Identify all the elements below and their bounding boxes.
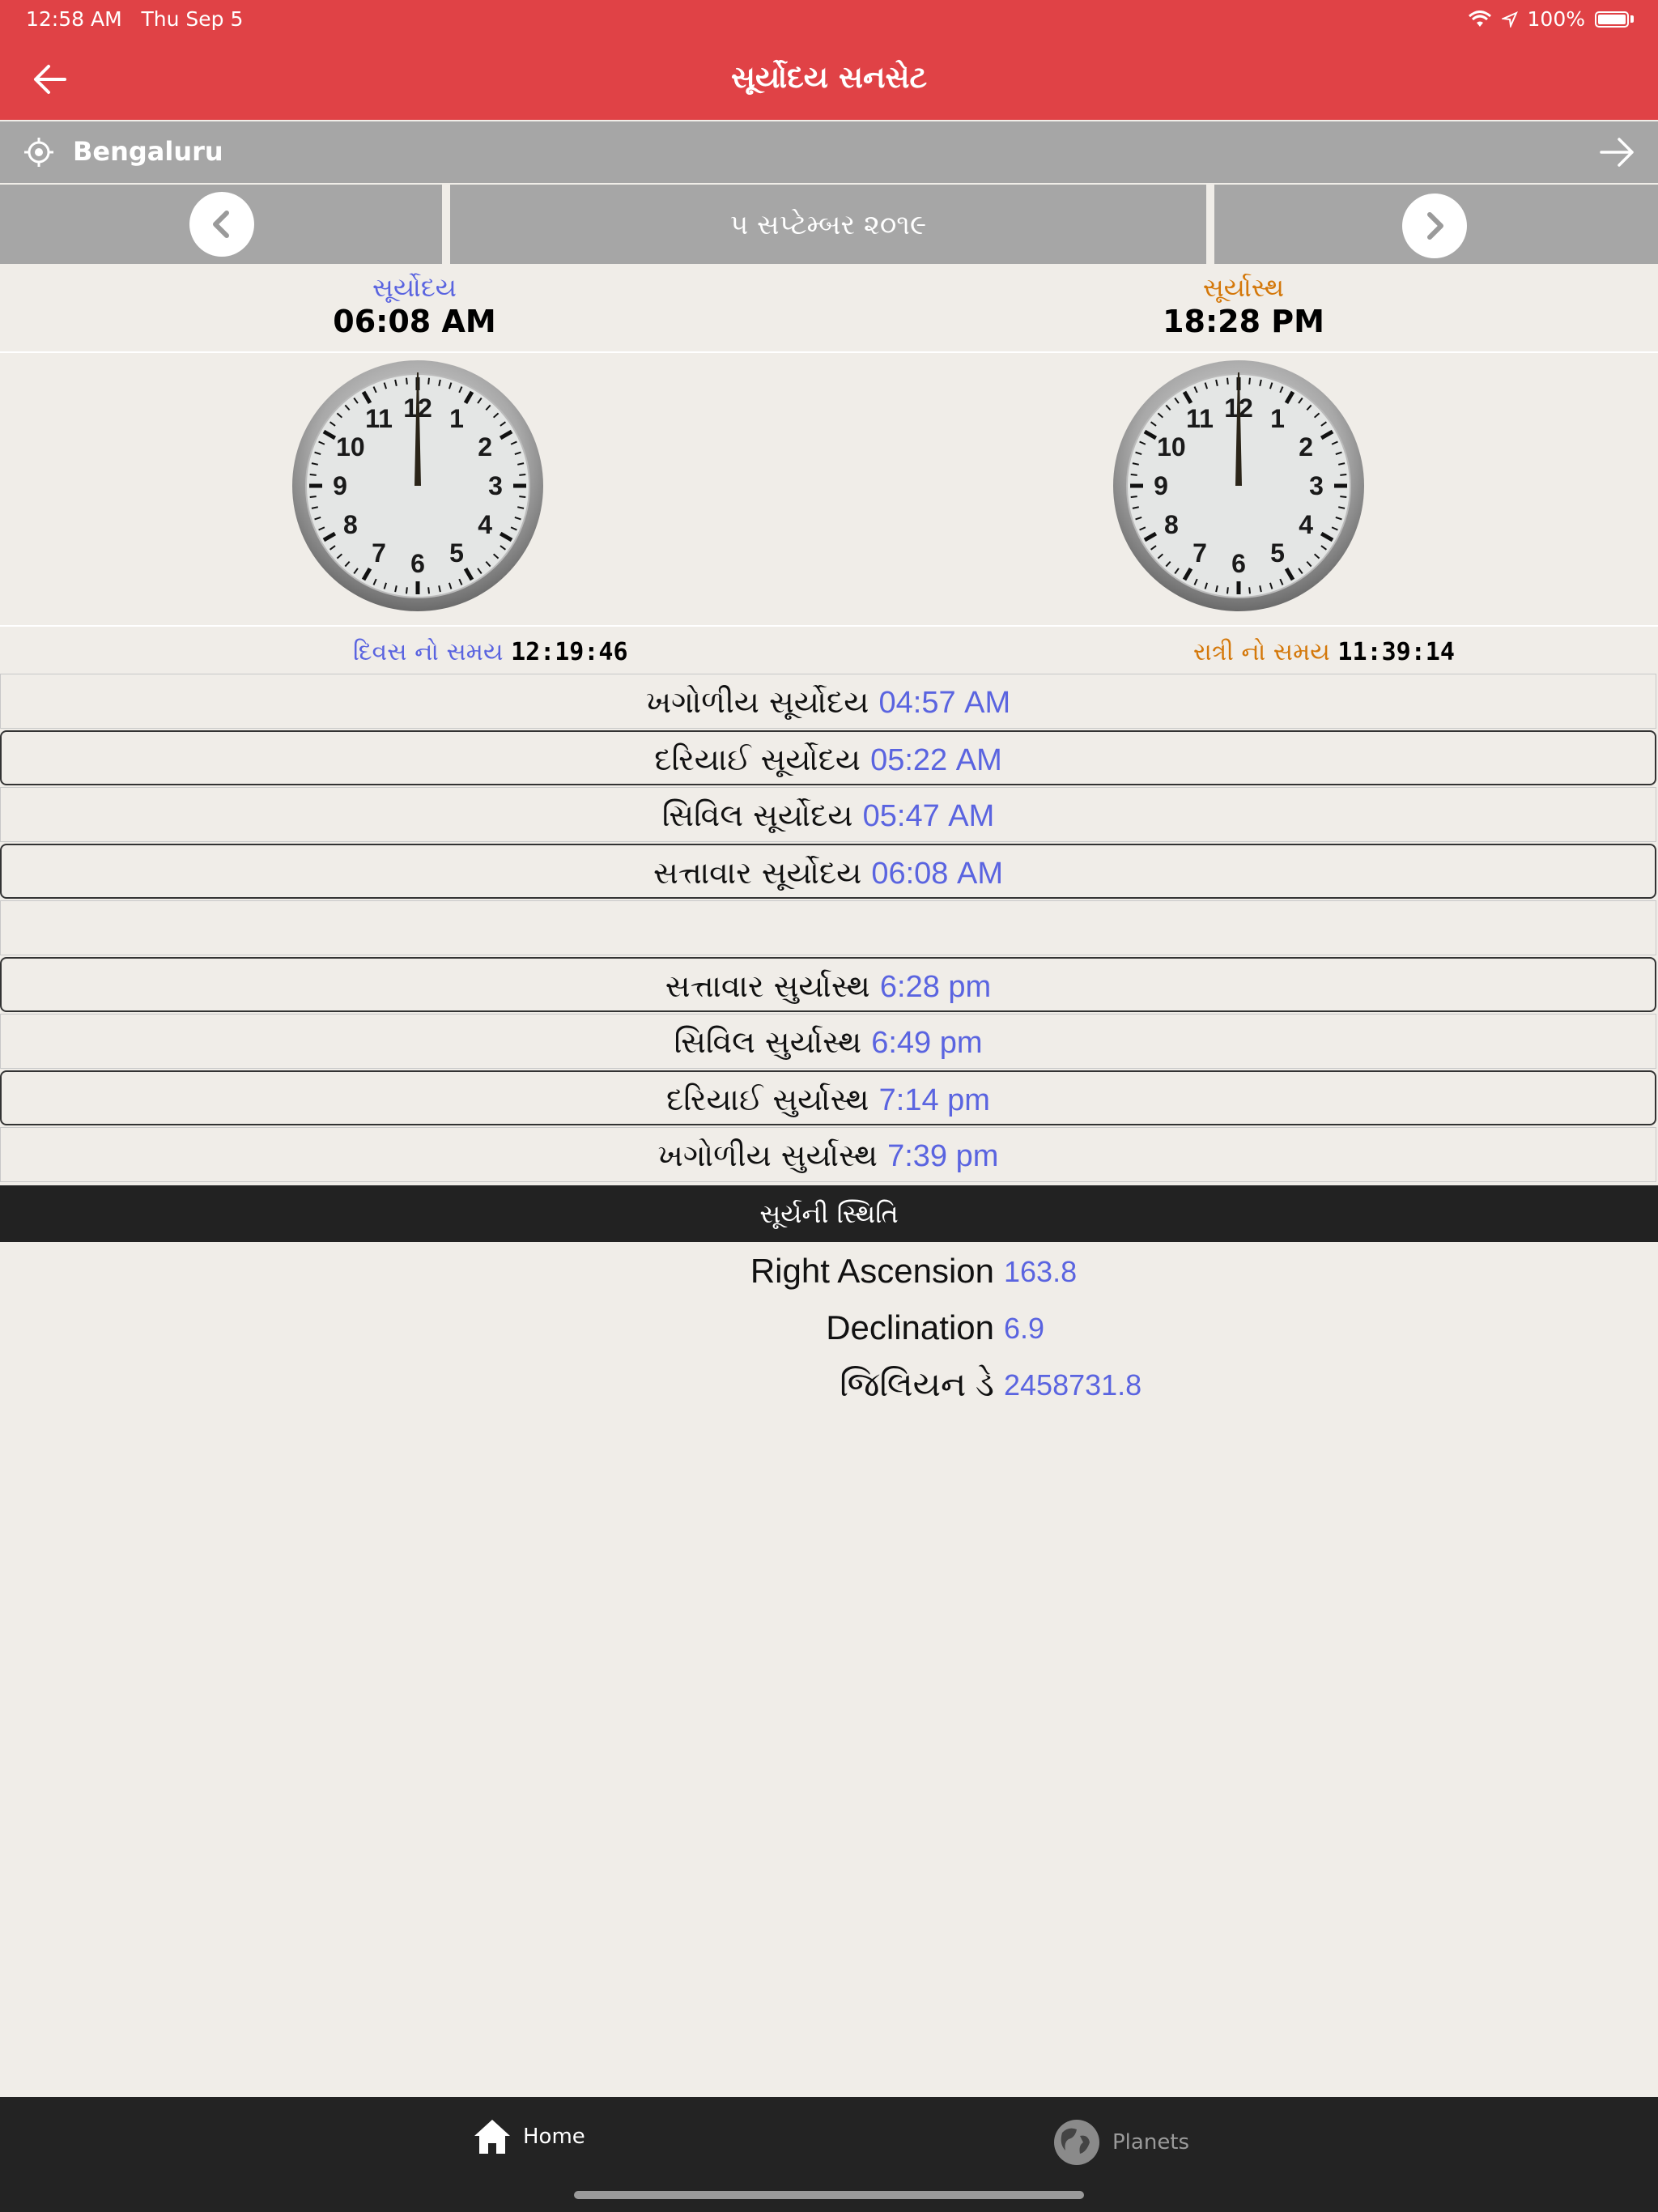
clock-tick: [1130, 496, 1137, 499]
declination-label: Declination: [826, 1308, 994, 1346]
day-length-label: દિવસ નો સમય: [353, 638, 504, 666]
clock-tick: [427, 587, 431, 594]
clock-number: 11: [1186, 404, 1214, 433]
clock-number: 11: [365, 404, 393, 433]
clock-number: 1: [449, 404, 464, 433]
tab-home[interactable]: Home: [473, 2118, 585, 2155]
night-length: રાત્રી નો સમય 11:39:14: [1193, 638, 1455, 666]
julian-day-row: જિલિયન ડે 2458731.8: [0, 1357, 1658, 1414]
tab-home-label: Home: [523, 2125, 585, 2149]
home-icon: [474, 2120, 510, 2154]
chevron-left-icon: [213, 211, 229, 238]
clock-number: 9: [333, 471, 347, 500]
clock-tick: [427, 377, 431, 385]
globe-icon: [1054, 2120, 1099, 2165]
day-length: દિવસ નો સમય 12:19:46: [353, 638, 628, 666]
tab-planets-label: Planets: [1112, 2130, 1190, 2155]
clock-number: 7: [1192, 538, 1207, 568]
astronomical-sunrise-row: ખગોળીય સૂર્યોદય 04:57 AM: [0, 674, 1656, 729]
clock-tick: [1248, 377, 1252, 385]
clock-tick: [1340, 473, 1347, 476]
clock-number: 8: [1164, 510, 1179, 539]
tab-planets[interactable]: Planets: [1052, 2118, 1189, 2167]
sunset-time: 18:28 PM: [1163, 304, 1324, 339]
night-length-value: 11:39:14: [1337, 638, 1455, 666]
sunrise-label: સૂર્યોદય: [372, 272, 457, 303]
nautical-sunset-row: દરિયાઈ સુર્યાસ્થ 7:14 pm: [0, 1070, 1656, 1125]
julian-day-value: 2458731.8: [1004, 1368, 1142, 1402]
civil-sunrise-row: સિવિલ સૂર્યોદય 05:47 AM: [0, 787, 1656, 842]
sunrise-time: 06:08 AM: [333, 304, 496, 339]
declination-row: Declination 6.9: [0, 1300, 1658, 1357]
next-day-button[interactable]: [1402, 194, 1467, 258]
arrow-right-icon[interactable]: [1598, 133, 1637, 172]
clock-number: 5: [449, 538, 464, 568]
clock-number: 4: [478, 510, 492, 539]
battery-percent: 100%: [1527, 7, 1585, 31]
sunset-label: સૂર્યાસ્થ: [1202, 272, 1285, 303]
official-sunset-row: સત્તાવાર સુર્યાસ્થ 6:28 pm: [0, 957, 1656, 1012]
status-time: 12:58 AM Thu Sep 5: [26, 7, 244, 31]
clock-number: 3: [1309, 471, 1324, 500]
right-ascension-row: Right Ascension 163.8: [0, 1244, 1658, 1300]
clock-tick: [309, 496, 317, 499]
page-title: સૂર્યોદય સનસેટ: [730, 60, 928, 95]
location-bar[interactable]: Bengaluru: [0, 121, 1658, 183]
night-length-label: રાત્રી નો સમય: [1193, 638, 1330, 666]
nav-bar: સૂર્યોદય સનસેટ: [0, 39, 1658, 120]
clock-number: 7: [372, 538, 386, 568]
clock-number: 6: [410, 549, 425, 578]
current-date: ૫ સપ્ટેમ્બર ૨૦૧૯: [729, 209, 927, 241]
clock-tick: [309, 473, 317, 476]
clock-tick: [405, 587, 408, 594]
clock-tick: [519, 496, 526, 499]
official-sunrise-row: સત્તાવાર સૂર્યોદય 06:08 AM: [0, 844, 1656, 899]
nautical-sunrise-row: દરિયાઈ સૂર્યોદય 05:22 AM: [0, 730, 1656, 785]
clock-number: 2: [478, 432, 492, 462]
location-arrow-icon: [1501, 11, 1518, 28]
clock-number: 4: [1299, 510, 1313, 539]
wifi-icon: [1468, 10, 1491, 27]
home-indicator: [574, 2191, 1084, 2199]
clock-number: 10: [1157, 432, 1186, 462]
clock-number: 9: [1154, 471, 1168, 500]
empty-row: [0, 900, 1656, 955]
chevron-right-icon: [1427, 212, 1443, 240]
clock-tick: [405, 377, 408, 385]
right-ascension-value: 163.8: [1004, 1255, 1078, 1288]
clock-number: 5: [1270, 538, 1285, 568]
clock-number: 1: [1270, 404, 1285, 433]
status-bar: 12:58 AM Thu Sep 5 100%: [0, 0, 1658, 39]
day-length-value: 12:19:46: [511, 638, 628, 666]
clock-number: 2: [1299, 432, 1313, 462]
astronomical-sunset-row: ખગોળીય સુર્યાસ્થ 7:39 pm: [0, 1127, 1656, 1182]
sunrise-header: સૂર્યોદય 06:08 AM: [188, 272, 641, 339]
declination-value: 6.9: [1004, 1312, 1045, 1345]
clock-number: 8: [343, 510, 358, 539]
clock-tick: [1226, 587, 1229, 594]
clock-number: 10: [336, 432, 365, 462]
battery-icon: [1595, 11, 1629, 28]
location-name: Bengaluru: [73, 136, 223, 167]
sun-position-header: સૂર્યની સ્થિતિ: [0, 1185, 1658, 1242]
sunset-clock: 121234567891011: [1113, 360, 1364, 611]
clock-number: 3: [488, 471, 503, 500]
clock-tick: [1130, 473, 1137, 476]
previous-day-button[interactable]: [189, 192, 254, 257]
clock-tick: [1226, 377, 1229, 385]
sunset-header: સૂર્યાસ્થ 18:28 PM: [1017, 272, 1470, 339]
clock-number: 6: [1231, 549, 1246, 578]
clock-tick: [519, 473, 526, 476]
sunrise-clock: 121234567891011: [292, 360, 543, 611]
right-ascension-label: Right Ascension: [750, 1252, 994, 1290]
civil-sunset-row: સિવિલ સુર્યાસ્થ 6:49 pm: [0, 1014, 1656, 1069]
clock-tick: [1340, 496, 1347, 499]
date-navigator: ૫ સપ્ટેમ્બર ૨૦૧૯: [0, 185, 1658, 266]
crosshair-icon: [24, 138, 53, 167]
clock-tick: [1248, 587, 1252, 594]
julian-day-label: જિલિયન ડે: [840, 1365, 994, 1403]
